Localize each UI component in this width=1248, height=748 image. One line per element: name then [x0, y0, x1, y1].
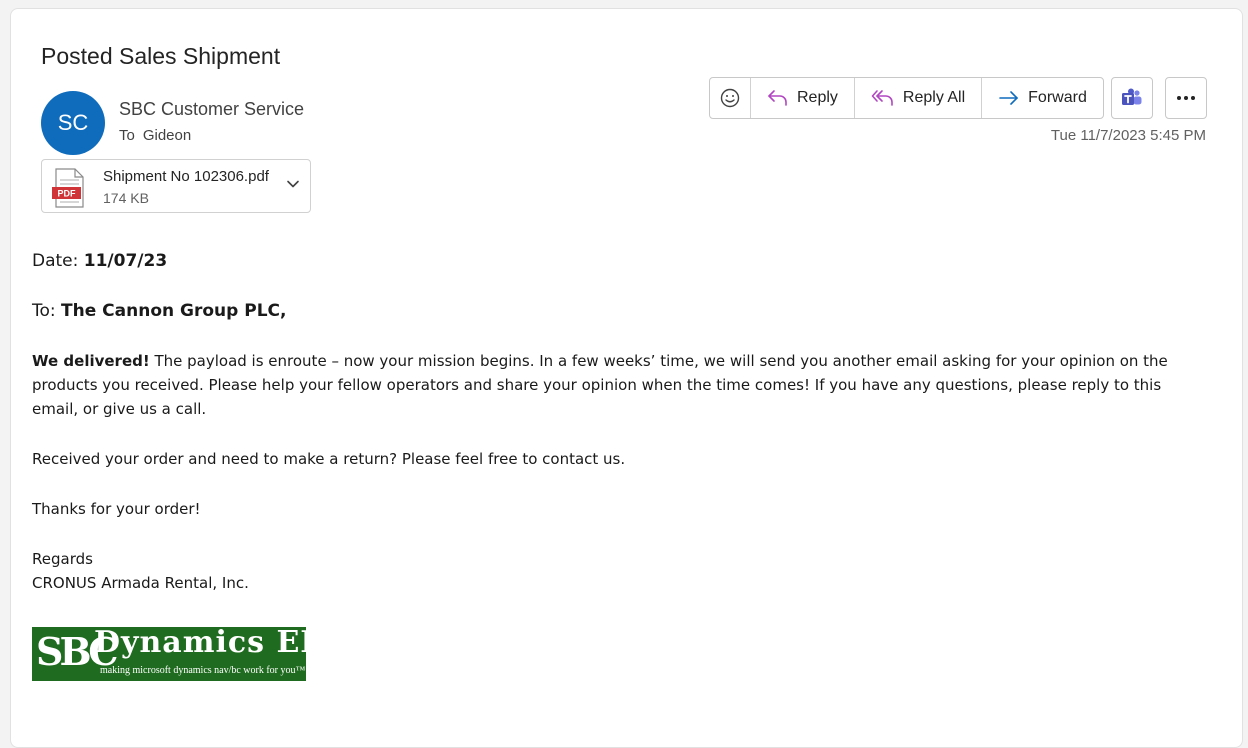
paragraph-return: Received your order and need to make a r… — [32, 450, 626, 468]
to-label: To — [119, 127, 135, 144]
date-value: 11/07/23 — [83, 251, 168, 271]
attachment-name: Shipment No 102306.pdf — [103, 168, 269, 185]
date-line: Date: 11/07/23 — [32, 249, 1212, 273]
forward-icon — [999, 91, 1018, 105]
signature: Regards CRONUS Armada Rental, Inc. — [32, 547, 1212, 595]
company-name: CRONUS Armada Rental, Inc. — [32, 574, 249, 592]
reply-button[interactable]: Reply — [751, 78, 855, 118]
date-label: Date: — [32, 251, 84, 271]
message-action-toolbar: Reply Reply All Forward — [709, 77, 1104, 119]
paragraph-thanks: Thanks for your order! — [32, 500, 201, 518]
logo-title: Dynamics ERP — [94, 627, 306, 660]
attachment-card[interactable]: PDF Shipment No 102306.pdf 174 KB — [41, 159, 311, 213]
to-line-label: To: — [32, 301, 62, 321]
more-icon — [1177, 96, 1195, 100]
to-line: To: The Cannon Group PLC, — [32, 299, 1212, 323]
sender-name[interactable]: SBC Customer Service — [119, 99, 304, 120]
reading-pane: Posted Sales Shipment SC SBC Customer Se… — [10, 8, 1243, 748]
email-body: Date: 11/07/23 To: The Cannon Group PLC,… — [32, 249, 1212, 595]
reply-all-label: Reply All — [902, 89, 966, 106]
delivered-bold: We delivered! — [32, 352, 150, 370]
teams-share-button[interactable] — [1111, 77, 1153, 119]
sender-avatar[interactable]: SC — [41, 91, 105, 155]
react-button[interactable] — [710, 78, 751, 118]
paragraph-delivered: We delivered! The payload is enroute – n… — [32, 349, 1212, 421]
reply-icon — [768, 90, 787, 106]
reply-all-icon — [871, 90, 893, 106]
attachment-size: 174 KB — [103, 190, 149, 206]
company-logo: SBC Dynamics ERP making microsoft dynami… — [32, 627, 306, 681]
chevron-down-icon[interactable] — [286, 177, 300, 191]
emoji-icon — [720, 88, 740, 108]
avatar-initials: SC — [57, 110, 89, 135]
to-value: The Cannon Group PLC, — [61, 301, 287, 321]
recipient-line: To Gideon — [119, 127, 191, 144]
recipient-name[interactable]: Gideon — [143, 127, 191, 144]
regards-text: Regards — [32, 550, 93, 568]
forward-label: Forward — [1028, 89, 1087, 106]
sent-timestamp: Tue 11/7/2023 5:45 PM — [1050, 127, 1206, 144]
forward-button[interactable]: Forward — [982, 78, 1103, 118]
logo-tagline: making microsoft dynamics nav/bc work fo… — [100, 665, 306, 676]
reply-all-button[interactable]: Reply All — [855, 78, 983, 118]
delivered-text: The payload is enroute – now your missio… — [32, 352, 1168, 418]
more-actions-button[interactable] — [1165, 77, 1207, 119]
pdf-file-icon: PDF — [52, 168, 84, 208]
teams-icon — [1122, 88, 1142, 105]
reply-label: Reply — [797, 89, 838, 106]
email-subject: Posted Sales Shipment — [41, 43, 281, 69]
pdf-label: PDF — [58, 189, 77, 199]
